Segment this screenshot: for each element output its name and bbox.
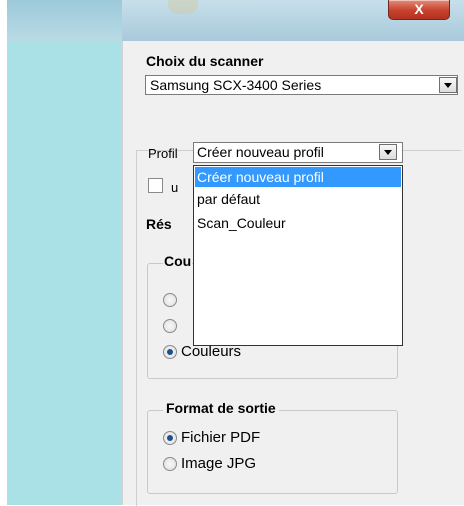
output-jpg-label: Image JPG	[181, 455, 257, 472]
checkbox-label: u	[171, 180, 179, 195]
titlebar-decoration	[168, 0, 198, 14]
resolution-label: Rés	[146, 216, 172, 232]
output-jpg-radio[interactable]	[163, 457, 177, 471]
chevron-down-icon	[444, 83, 452, 88]
color-option-1-radio[interactable]	[163, 293, 177, 307]
profile-selected-value: Créer nouveau profil	[197, 144, 324, 160]
profile-option-scan-couleur[interactable]: Scan_Couleur	[195, 213, 401, 233]
output-format-group	[147, 410, 398, 494]
profile-label: Profil	[148, 146, 178, 161]
profile-option-create[interactable]: Créer nouveau profil	[195, 167, 401, 187]
chevron-down-icon	[384, 150, 392, 155]
scanner-select[interactable]: Samsung SCX-3400 Series	[145, 75, 458, 95]
scanner-selected-value: Samsung SCX-3400 Series	[150, 77, 322, 93]
color-option-couleurs-radio[interactable]	[163, 345, 177, 359]
close-button[interactable]: X	[388, 0, 450, 20]
output-pdf-label: Fichier PDF	[181, 429, 261, 446]
profile-dropdown-button[interactable]	[379, 144, 397, 160]
scanner-label: Choix du scanner	[146, 53, 264, 69]
profile-dropdown-list: Créer nouveau profil par défaut Scan_Cou…	[193, 165, 403, 346]
color-mode-title: Cou	[163, 253, 193, 269]
background-title-band	[7, 0, 122, 41]
option-checkbox[interactable]	[148, 178, 163, 193]
output-format-title: Format de sortie	[163, 400, 279, 416]
profile-option-default[interactable]: par défaut	[195, 189, 401, 209]
scanner-dropdown-button[interactable]	[439, 77, 457, 93]
color-option-2-radio[interactable]	[163, 319, 177, 333]
profile-select[interactable]: Créer nouveau profil	[193, 142, 403, 163]
output-pdf-radio[interactable]	[163, 431, 177, 445]
close-icon: X	[414, 1, 424, 17]
left-background-strip	[7, 41, 122, 505]
